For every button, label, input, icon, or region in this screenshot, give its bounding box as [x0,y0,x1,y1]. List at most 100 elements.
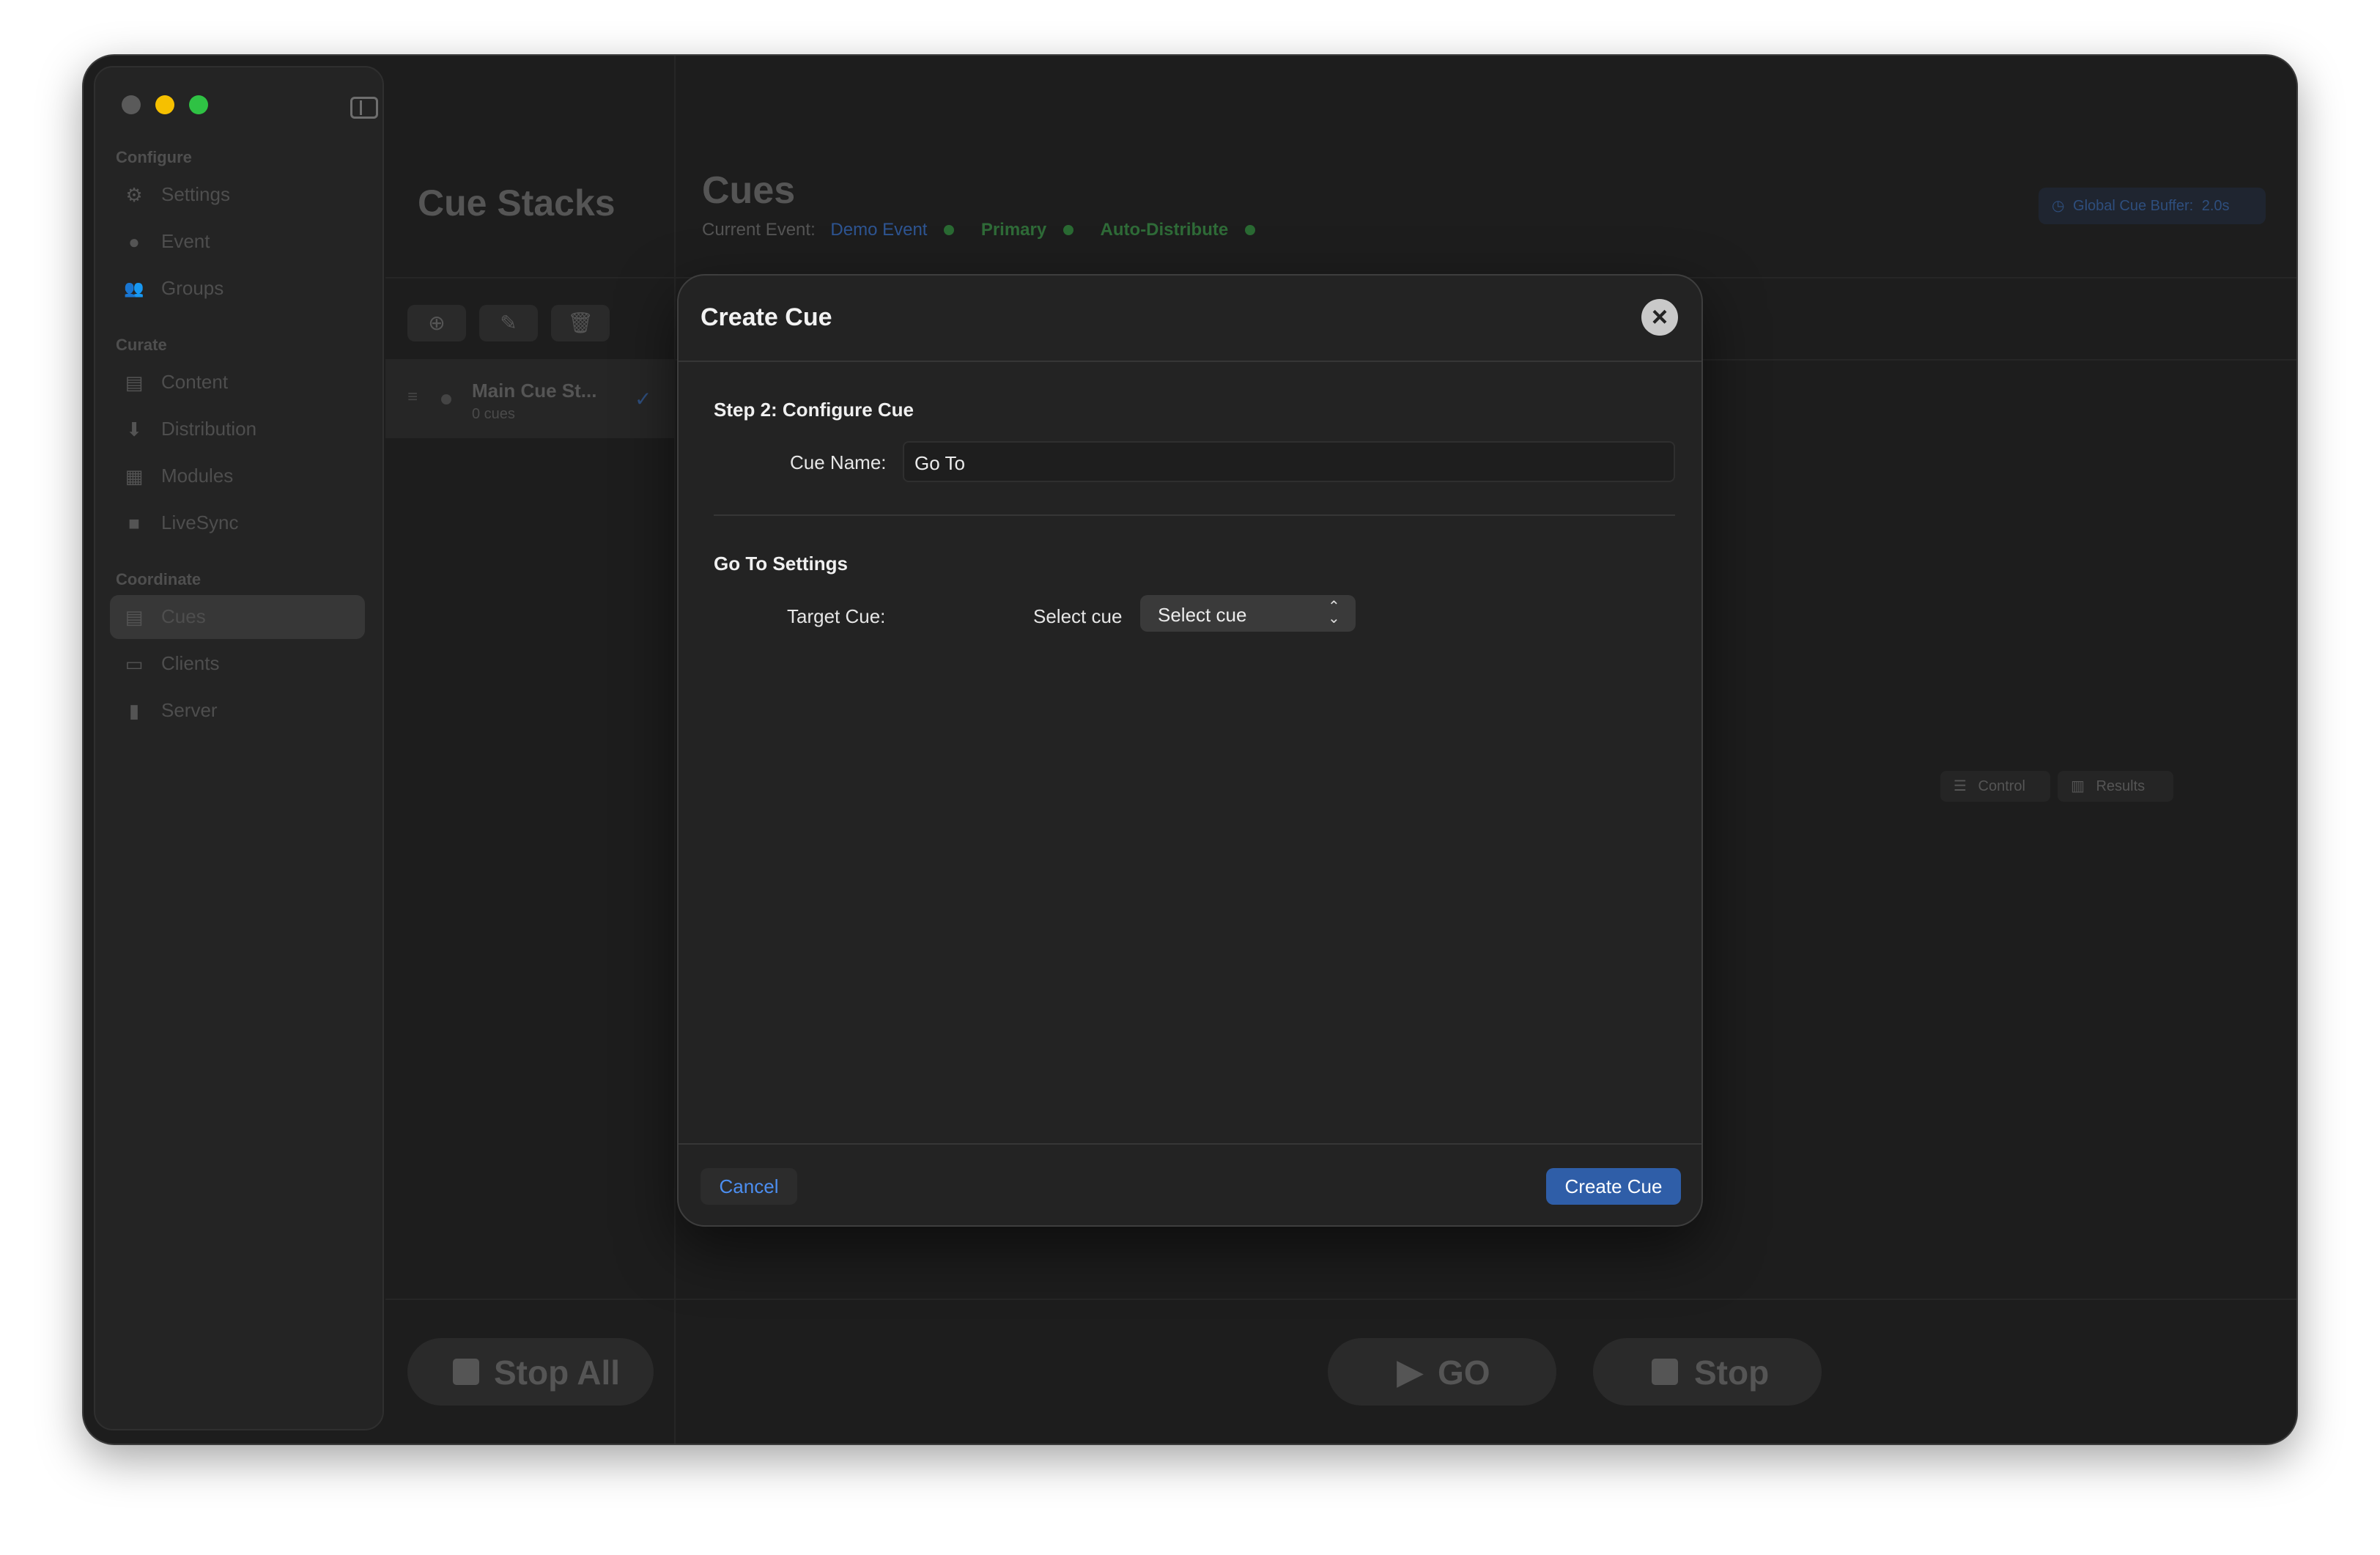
chart-bars-icon: ▮ [128,700,140,722]
plus-circle-icon: ⊕ [428,311,446,334]
sliders-icon: ☰ [1954,778,1967,794]
dialog-header: Create Cue × [679,276,1701,362]
gear-icon: ⚙ [125,184,143,206]
current-event-label: Current Event: [702,220,816,240]
step-title: Step 2: Configure Cue [714,399,914,421]
divider [674,1299,2296,1300]
minimize-window-button[interactable] [155,95,174,114]
dialog-title: Create Cue [701,303,832,331]
sidebar-item-label: Clients [161,652,220,674]
section-divider [714,514,1675,516]
sidebar-item-content[interactable]: ▤ Content [110,361,365,405]
close-window-button[interactable] [122,95,141,114]
go-label: GO [1438,1353,1490,1392]
people-icon: 👥 [124,279,144,298]
create-cue-dialog: Create Cue × Step 2: Configure Cue Cue N… [677,274,1703,1227]
clients-icon: ▭ [125,653,144,675]
target-cue-label: Target Cue: [787,605,886,627]
control-label: Control [1978,778,2025,794]
divider [385,277,674,278]
sidebar-item-label: Modules [161,465,234,487]
sidebar-item-label: Settings [161,183,230,205]
list-icon: ▤ [125,606,144,628]
zoom-window-button[interactable] [189,95,208,114]
status-dot [441,394,451,405]
results-tab[interactable]: ▥ Results [2058,771,2173,802]
go-to-settings-title: Go To Settings [714,553,848,575]
delete-stack-button[interactable]: 🗑 [551,305,610,341]
divider [385,1299,674,1300]
stop-all-button[interactable]: Stop All [407,1338,654,1406]
cancel-button[interactable]: Cancel [701,1168,797,1205]
add-stack-button[interactable]: ⊕ [407,305,466,341]
sidebar-item-cues[interactable]: ▤ Cues [110,595,365,639]
chevron-up-down-icon: ⌃ ⌄ [1328,599,1340,627]
sidebar-item-clients[interactable]: ▭ Clients [110,642,365,686]
stop-label: Stop [1694,1353,1770,1392]
section-curate: Curate [116,336,167,354]
target-cue-select[interactable]: Select cue ⌃ ⌄ [1140,595,1356,632]
results-label: Results [2096,778,2146,794]
cue-stacks-title: Cue Stacks [418,182,616,224]
global-cue-buffer-badge: ◷ Global Cue Buffer: 2.0s [2039,188,2266,224]
event-icon: ● [128,231,140,253]
cue-name-label: Cue Name: [790,451,887,473]
primary-status-dot [1062,225,1073,235]
stack-name: Main Cue St... [472,380,597,402]
current-event-link[interactable]: Demo Event [830,220,927,240]
sidebar-item-label: Cues [161,605,206,627]
close-icon[interactable]: × [1641,299,1678,336]
sidebar-item-server[interactable]: ▮ Server [110,689,365,733]
sidebar-item-modules[interactable]: ▦ Modules [110,454,365,498]
control-tab[interactable]: ☰ Control [1940,771,2050,802]
sidebar-item-label: Distribution [161,418,257,440]
cue-stack-row[interactable]: ≡ Main Cue St... 0 cues ✓ [385,359,674,438]
bar-chart-icon: ▥ [2071,778,2085,794]
sidebar-item-event[interactable]: ● Event [110,220,365,264]
create-cue-button[interactable]: Create Cue [1546,1168,1681,1205]
event-status-line: Current Event: Demo Event Primary Auto-D… [702,220,1255,240]
sidebar-item-distribution[interactable]: ⬇ Distribution [110,407,365,451]
edit-stack-button[interactable]: ✎ [479,305,538,341]
cue-name-field[interactable]: Go To [903,441,1675,482]
checkmark-icon: ✓ [635,388,652,410]
clock-icon: ◷ [2052,198,2065,214]
stop-icon [1652,1359,1678,1385]
buffer-value: 2.0s [2201,198,2230,214]
buffer-label: Global Cue Buffer: [2073,198,2194,214]
sidebar-item-settings[interactable]: ⚙ Settings [110,173,365,217]
section-coordinate: Coordinate [116,570,202,588]
sidebar-item-label: Event [161,230,210,252]
sidebar-item-groups[interactable]: 👥 Groups [110,267,365,311]
auto-distribute-status-dot [1244,225,1255,235]
stop-button[interactable]: Stop [1593,1338,1822,1406]
sidebar-item-label: LiveSync [161,511,239,533]
select-cue-label: Select cue [1033,605,1123,627]
content-icon: ▤ [125,372,144,394]
cues-title: Cues [702,169,796,212]
go-button[interactable]: ▶ GO [1328,1338,1556,1406]
primary-status: Primary [980,220,1047,240]
camera-icon: ■ [128,512,140,534]
sidebar-toggle-icon[interactable] [350,97,378,119]
stop-all-label: Stop All [494,1353,621,1392]
sidebar-item-label: Groups [161,277,224,299]
grid-icon: ▦ [125,465,144,487]
stop-icon [453,1359,479,1385]
sidebar: Configure ⚙ Settings ● Event 👥 Groups Cu… [94,66,384,1430]
drag-handle-icon[interactable]: ≡ [407,387,418,407]
dialog-footer: Cancel Create Cue [679,1143,1701,1225]
play-icon: ▶ [1397,1353,1424,1392]
stack-count: 0 cues [472,406,515,422]
auto-distribute-status: Auto-Distribute [1100,220,1229,240]
sidebar-item-label: Content [161,371,229,393]
section-configure: Configure [116,148,192,166]
download-icon: ⬇ [126,418,142,440]
cue-name-value: Go To [914,452,965,474]
pencil-icon: ✎ [500,311,517,334]
cue-stacks-pane: Cue Stacks ⊕ ✎ 🗑 ≡ Main Cue St... 0 cues… [385,56,676,1444]
sidebar-item-livesync[interactable]: ■ LiveSync [110,501,365,545]
sidebar-item-label: Server [161,699,218,721]
event-status-dot [944,225,955,235]
target-cue-select-value: Select cue [1158,604,1247,626]
